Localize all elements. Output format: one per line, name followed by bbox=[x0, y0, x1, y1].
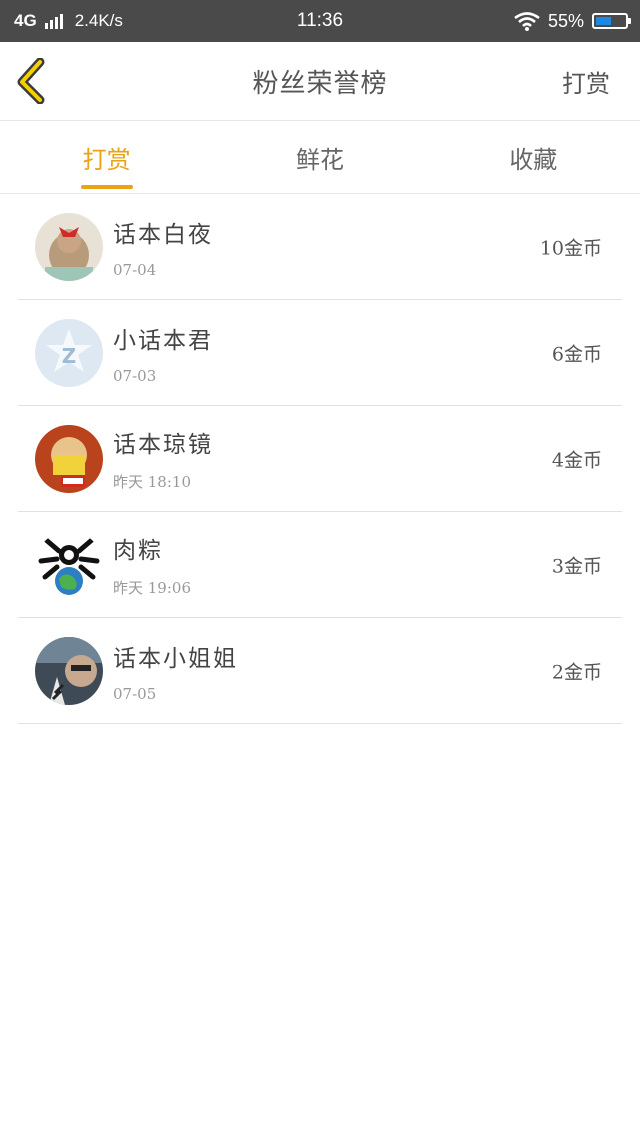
user-name: 话本小姐姐 bbox=[113, 645, 238, 672]
svg-text:Z: Z bbox=[62, 344, 77, 368]
item-info: 话本白夜 07-04 bbox=[113, 215, 213, 279]
tab-reward[interactable]: 打赏 bbox=[0, 121, 213, 193]
header: 粉丝荣誉榜 打赏 bbox=[0, 42, 640, 121]
coin-amount: 6金币 bbox=[551, 343, 602, 365]
user-name: 话本白夜 bbox=[113, 221, 213, 248]
list-item[interactable]: Z 小话本君 07-03 6金币 bbox=[18, 300, 622, 406]
item-time: 07-04 bbox=[113, 260, 157, 279]
list-item[interactable]: 话本白夜 07-04 10金币 bbox=[18, 194, 622, 300]
coin-amount: 2金币 bbox=[551, 661, 602, 683]
avatar bbox=[35, 212, 103, 281]
page-title: 粉丝荣誉榜 bbox=[252, 68, 388, 99]
list-item[interactable]: 话本琼镜 昨天 18:10 4金币 bbox=[18, 406, 622, 512]
item-time: 07-03 bbox=[113, 366, 157, 385]
item-info: 肉粽 昨天 19:06 bbox=[113, 531, 191, 598]
status-bar: 4G 2.4K/s 11:36 55% bbox=[0, 0, 640, 42]
avatar bbox=[35, 530, 103, 599]
item-info: 小话本君 07-03 bbox=[113, 321, 213, 385]
item-info: 话本琼镜 昨天 18:10 bbox=[113, 425, 213, 492]
wifi-icon bbox=[514, 12, 540, 31]
battery-percent: 55% bbox=[547, 10, 584, 31]
list-item[interactable]: 话本小姐姐 07-05 2金币 bbox=[18, 618, 622, 724]
user-name: 肉粽 bbox=[113, 538, 163, 564]
item-time: 昨天 19:06 bbox=[113, 579, 191, 597]
coin-amount: 3金币 bbox=[551, 555, 602, 577]
avatar: Z bbox=[35, 318, 103, 387]
coin-amount: 10金币 bbox=[539, 237, 602, 259]
user-name: 小话本君 bbox=[113, 327, 213, 354]
list-item[interactable]: 肉粽 昨天 19:06 3金币 bbox=[18, 512, 622, 618]
fan-list: 话本白夜 07-04 10金币 Z 小话本君 07-03 6金币 话本琼镜 昨天… bbox=[0, 194, 640, 724]
avatar bbox=[35, 424, 103, 493]
back-button[interactable] bbox=[14, 57, 58, 105]
user-name: 话本琼镜 bbox=[113, 432, 213, 458]
tab-favorites[interactable]: 收藏 bbox=[427, 121, 640, 193]
chevron-left-icon bbox=[17, 57, 45, 105]
tab-flowers[interactable]: 鲜花 bbox=[213, 121, 426, 193]
item-info: 话本小姐姐 07-05 bbox=[113, 639, 238, 703]
item-time: 07-05 bbox=[113, 684, 157, 703]
coin-amount: 4金币 bbox=[551, 449, 602, 471]
status-bar-right: 55% bbox=[514, 0, 631, 42]
tab-bar: 打赏 鲜花 收藏 bbox=[0, 121, 640, 194]
reward-button[interactable]: 打赏 bbox=[562, 64, 610, 99]
item-time: 昨天 18:10 bbox=[113, 473, 191, 491]
avatar bbox=[35, 636, 103, 705]
battery-icon bbox=[592, 13, 631, 29]
